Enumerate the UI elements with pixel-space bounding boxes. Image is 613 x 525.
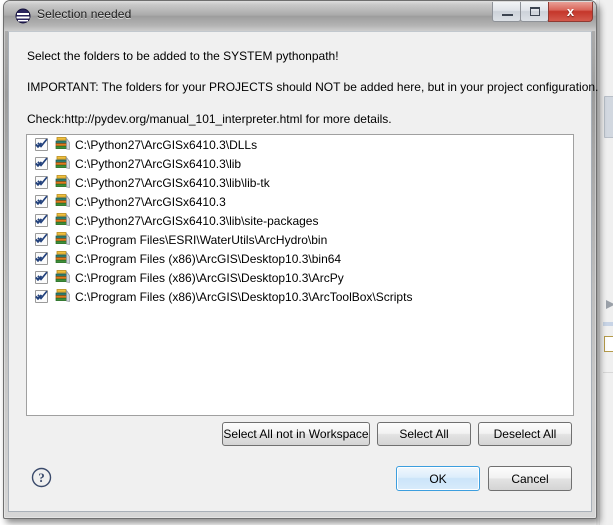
folder-list-item[interactable]: C:\Python27\ArcGISx6410.3\lib (27, 154, 573, 173)
folder-list-item[interactable]: C:\Python27\ArcGISx6410.3 (27, 192, 573, 211)
folder-path-label: C:\Python27\ArcGISx6410.3\lib (75, 156, 242, 171)
folder-list-item[interactable]: C:\Python27\ArcGISx6410.3\lib\lib-tk (27, 173, 573, 192)
folder-path-label: C:\Python27\ArcGISx6410.3\lib\lib-tk (75, 175, 270, 190)
close-button[interactable]: x (548, 2, 593, 22)
folder-path-label: C:\Program Files (x86)\ArcGIS\Desktop10.… (75, 289, 413, 304)
folder-path-label: C:\Python27\ArcGISx6410.3\lib\site-packa… (75, 213, 319, 228)
message-line-2: IMPORTANT: The folders for your PROJECTS… (27, 80, 599, 94)
background-row-highlight (603, 322, 613, 326)
background-field (604, 336, 613, 352)
minimize-button[interactable] (492, 2, 521, 22)
folder-path-label: C:\Program Files\ESRI\WaterUtils\ArcHydr… (75, 232, 328, 247)
folder-checkbox[interactable] (35, 271, 48, 284)
source-folder-icon (54, 156, 70, 171)
folder-list-item[interactable]: C:\Program Files (x86)\ArcGIS\Desktop10.… (27, 249, 573, 268)
maximize-button[interactable] (520, 2, 549, 22)
help-question-icon[interactable]: ? (31, 467, 52, 488)
source-folder-icon (54, 270, 70, 285)
eclipse-pydev-icon (15, 8, 31, 24)
source-folder-icon (54, 232, 70, 247)
folder-list-item[interactable]: C:\Python27\ArcGISx6410.3\lib\site-packa… (27, 211, 573, 230)
titlebar[interactable]: Selection needed x (4, 1, 596, 31)
close-icon: x (566, 4, 575, 19)
folder-checkbox[interactable] (35, 290, 48, 303)
screen: Selection needed x Select the folders to… (0, 0, 613, 525)
svg-text:?: ? (38, 470, 45, 485)
background-expand-arrow-icon (606, 300, 613, 309)
selection-needed-dialog: Selection needed x Select the folders to… (3, 0, 598, 519)
folder-path-label: C:\Python27\ArcGISx6410.3\DLLs (75, 137, 258, 152)
source-folder-icon (54, 251, 70, 266)
selection-button-group: Select All not in Workspace Select All D… (222, 422, 572, 446)
source-folder-icon (54, 194, 70, 209)
source-folder-icon (54, 175, 70, 190)
source-folder-icon (54, 213, 70, 228)
folder-checkbox[interactable] (35, 233, 48, 246)
dialog-client-area: Select the folders to be added to the SY… (8, 31, 598, 512)
folder-checkbox[interactable] (35, 157, 48, 170)
folder-checkbox[interactable] (35, 176, 48, 189)
folder-list[interactable]: C:\Python27\ArcGISx6410.3\DLLs C:\Python2… (26, 134, 574, 416)
folder-list-item[interactable]: C:\Python27\ArcGISx6410.3\DLLs (27, 135, 573, 154)
background-scrollbar[interactable] (599, 0, 613, 525)
folder-list-item[interactable]: C:\Program Files (x86)\ArcGIS\Desktop10.… (27, 268, 573, 287)
background-scrollbar-thumb[interactable] (604, 96, 613, 138)
message-line-1: Select the folders to be added to the SY… (27, 49, 339, 63)
background-divider (603, 372, 613, 373)
background-window (596, 0, 613, 525)
window-controls: x (492, 2, 593, 24)
folder-checkbox[interactable] (35, 138, 48, 151)
ok-button[interactable]: OK (396, 466, 480, 491)
folder-path-label: C:\Program Files (x86)\ArcGIS\Desktop10.… (75, 270, 344, 285)
folder-list-item[interactable]: C:\Program Files (x86)\ArcGIS\Desktop10.… (27, 287, 573, 306)
message-line-3: Check:http://pydev.org/manual_101_interp… (27, 112, 392, 126)
folder-checkbox[interactable] (35, 195, 48, 208)
cancel-button[interactable]: Cancel (488, 466, 572, 491)
source-folder-icon (54, 137, 70, 152)
folder-checkbox[interactable] (35, 214, 48, 227)
window-title: Selection needed (37, 7, 132, 21)
folder-path-label: C:\Python27\ArcGISx6410.3 (75, 194, 226, 209)
select-all-button[interactable]: Select All (377, 422, 471, 446)
dialog-button-group: OK Cancel (396, 466, 572, 491)
select-all-not-in-workspace-button[interactable]: Select All not in Workspace (222, 422, 370, 446)
folder-path-label: C:\Program Files (x86)\ArcGIS\Desktop10.… (75, 251, 342, 266)
deselect-all-button[interactable]: Deselect All (478, 422, 572, 446)
source-folder-icon (54, 289, 70, 304)
folder-list-item[interactable]: C:\Program Files\ESRI\WaterUtils\ArcHydr… (27, 230, 573, 249)
folder-checkbox[interactable] (35, 252, 48, 265)
